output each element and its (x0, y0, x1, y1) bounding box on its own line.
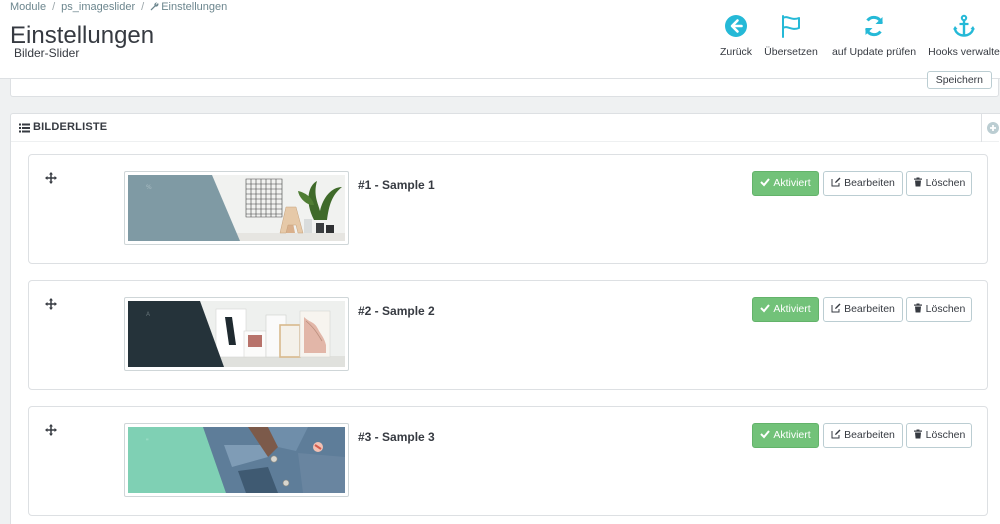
edit-label: Bearbeiten (844, 303, 895, 315)
delete-button[interactable]: Löschen (906, 297, 972, 322)
manage-hooks-button[interactable]: Hooks verwalte (928, 12, 1000, 62)
status-label: Aktiviert (773, 303, 811, 315)
status-label: Aktiviert (773, 177, 811, 189)
slide-title: #3 - Sample 3 (358, 430, 435, 444)
slide-thumbnail: A (124, 297, 349, 371)
refresh-icon (865, 15, 883, 37)
edit-button[interactable]: Bearbeiten (823, 297, 903, 322)
check-icon (760, 430, 771, 439)
plus-circle-icon (987, 122, 999, 134)
slide-row: A #2 - Sample 2 Aktiviert Bearbeiten Lös… (28, 280, 988, 390)
status-label: Aktiviert (773, 429, 811, 441)
delete-label: Löschen (925, 303, 966, 315)
flag-icon (782, 15, 800, 38)
delete-label: Löschen (925, 429, 966, 441)
move-arrows-icon[interactable] (45, 298, 57, 310)
trash-icon (913, 429, 922, 439)
check-update-label: auf Update prüfen (831, 46, 917, 58)
page-header: Module / ps_imageslider / Einstellungen Eins… (0, 0, 1000, 79)
trash-icon (913, 303, 922, 313)
breadcrumb-item-current: Einstellungen (161, 1, 228, 13)
anchor-icon (953, 14, 975, 37)
edit-icon (831, 429, 841, 439)
edit-icon (831, 177, 841, 187)
slides-list-header: BILDERLISTE (11, 114, 999, 142)
arrow-circle-left-icon (725, 15, 747, 37)
list-icon (19, 123, 30, 133)
delete-button[interactable]: Löschen (906, 423, 972, 448)
trash-icon (913, 177, 922, 187)
back-label: Zurück (719, 46, 753, 58)
slides-list-panel: BILDERLISTE % #1 - Sample 1 Aktiviert Be… (10, 113, 1000, 524)
edit-button[interactable]: Bearbeiten (823, 171, 903, 196)
breadcrumb-separator: / (141, 1, 145, 13)
slide-image: A (128, 301, 345, 367)
check-icon (760, 178, 771, 187)
translate-label: Übersetzen (764, 46, 818, 58)
settings-panel: Speichern (10, 71, 999, 97)
edit-button[interactable]: Bearbeiten (823, 423, 903, 448)
slide-thumbnail: % (124, 171, 349, 245)
page-subtitle: Bilder-Slider (14, 46, 80, 60)
edit-icon (831, 303, 841, 313)
slide-row: " #3 - Sample 3 Aktiviert Bearbeiten Lös… (28, 406, 988, 516)
status-active-button[interactable]: Aktiviert (752, 423, 819, 448)
slide-row: % #1 - Sample 1 Aktiviert Bearbeiten Lös… (28, 154, 988, 264)
breadcrumb-item-module[interactable]: ps_imageslider (61, 1, 135, 13)
move-arrows-icon[interactable] (45, 172, 57, 184)
delete-label: Löschen (925, 177, 966, 189)
breadcrumb-item-modules[interactable]: Module (10, 1, 46, 13)
slide-title: #2 - Sample 2 (358, 304, 435, 318)
slide-image: % (128, 175, 345, 241)
edit-label: Bearbeiten (844, 429, 895, 441)
svg-text:%: % (146, 184, 152, 191)
edit-label: Bearbeiten (844, 177, 895, 189)
delete-button[interactable]: Löschen (906, 171, 972, 196)
save-button[interactable]: Speichern (926, 71, 992, 89)
check-update-button[interactable]: auf Update prüfen (829, 12, 919, 62)
add-slide-button[interactable] (981, 114, 1000, 142)
status-active-button[interactable]: Aktiviert (752, 171, 819, 196)
manage-hooks-label: Hooks verwalte (928, 46, 1000, 58)
svg-text:": " (146, 438, 149, 445)
breadcrumb-separator: / (52, 1, 56, 13)
translate-button[interactable]: Übersetzen (762, 12, 820, 62)
check-icon (760, 304, 771, 313)
slide-thumbnail: " (124, 423, 349, 497)
slide-title: #1 - Sample 1 (358, 178, 435, 192)
wrench-icon (150, 2, 159, 11)
slides-list-title: BILDERLISTE (33, 121, 108, 133)
back-button[interactable]: Zurück (718, 12, 754, 62)
slide-image: " (128, 427, 345, 493)
status-active-button[interactable]: Aktiviert (752, 297, 819, 322)
move-arrows-icon[interactable] (45, 424, 57, 436)
breadcrumb: Module / ps_imageslider / Einstellungen (10, 1, 227, 13)
